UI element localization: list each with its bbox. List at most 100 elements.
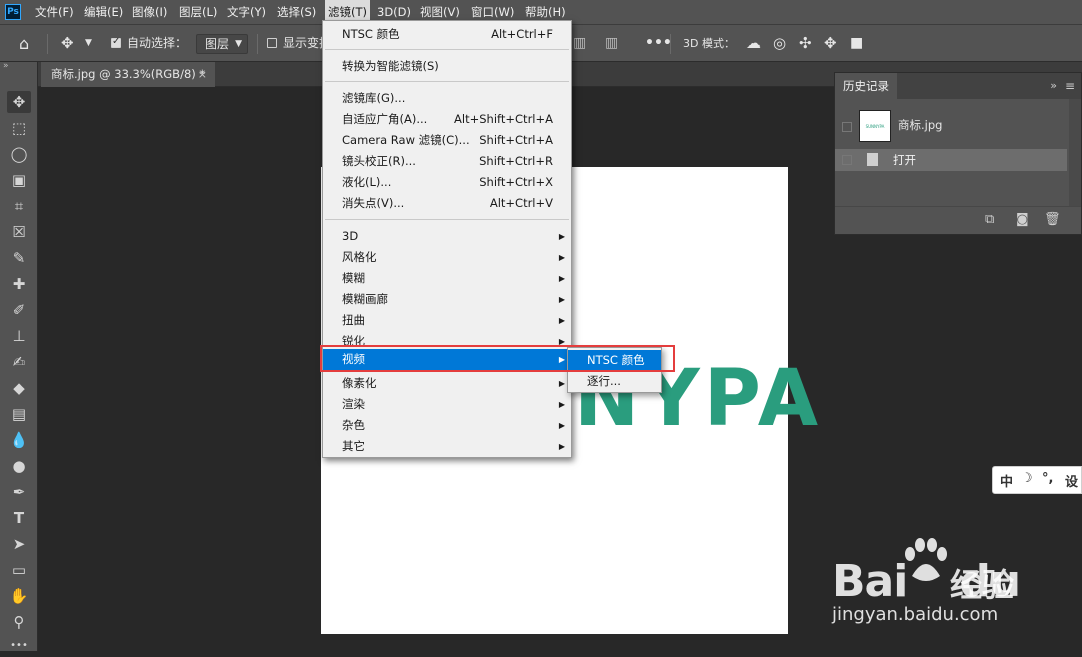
trash-icon[interactable]: 🗑 [1044,212,1061,227]
more-options-icon[interactable]: ••• [645,25,672,62]
pen-tool-icon[interactable]: ✒ [7,481,31,503]
ime-chinese-mode[interactable]: 中 [1000,471,1013,490]
menu-image[interactable]: 图像(I) [132,0,167,24]
menu-item-label: 滤镜库(G)... [342,91,406,105]
eyedropper-tool-icon[interactable]: ✎ [7,247,31,269]
menu-item-noise[interactable]: 杂色 ▶ [323,415,571,436]
menu-layer[interactable]: 图层(L) [179,0,217,24]
show-transform-checkbox[interactable] [267,38,277,48]
auto-select-checkbox[interactable] [111,36,121,48]
menu-item-render[interactable]: 渲染 ▶ [323,394,571,415]
submenu-item-de-interlace[interactable]: 逐行... [568,371,661,392]
photoshop-logo-icon[interactable]: Ps [5,4,21,20]
menu-item-liquify[interactable]: 液化(L)... Shift+Ctrl+X [323,172,571,193]
moon-icon[interactable]: ☽ [1021,471,1033,486]
gradient-tool-icon[interactable]: ▤ [7,403,31,425]
collapse-panel-icon[interactable]: » [1050,73,1057,99]
menu-item-label: 3D [342,229,359,243]
menu-item-pixelate[interactable]: 像素化 ▶ [323,373,571,394]
history-state-label: 打开 [893,153,916,167]
ime-settings[interactable]: 设 [1065,471,1078,490]
menu-item-other[interactable]: 其它 ▶ [323,436,571,457]
history-state-checkbox[interactable] [842,155,852,165]
move-tool-icon[interactable]: ✥ [7,91,31,113]
menu-item-lens-correction[interactable]: 镜头校正(R)... Shift+Ctrl+R [323,151,571,172]
watermark-url: jingyan.baidu.com [832,604,999,625]
menu-item-3d[interactable]: 3D ▶ [323,226,571,247]
blur-tool-icon[interactable]: 💧 [7,429,31,451]
menu-item-label: 杂色 [342,418,365,432]
menu-item-last-filter[interactable]: NTSC 颜色 Alt+Ctrl+F [323,24,571,45]
expand-panel-icon[interactable]: » [3,61,9,71]
crop-tool-icon[interactable]: ⌗ [7,195,31,217]
3d-slide-icon[interactable]: ✥ [824,25,837,62]
menu-item-filter-gallery[interactable]: 滤镜库(G)... [323,88,571,109]
new-document-from-state-icon[interactable]: ⧉ [985,212,994,227]
more-tools-icon[interactable]: ••• [7,635,31,657]
zoom-tool-icon[interactable]: ⚲ [7,611,31,633]
rectangle-tool-icon[interactable]: ▭ [7,559,31,581]
path-selection-tool-icon[interactable]: ➤ [7,533,31,555]
auto-select-label: 自动选择： [127,36,188,50]
ime-punctuation[interactable]: °, [1042,471,1053,486]
watermark-brand-prefix: Bai [832,556,908,607]
menu-item-vanishing-point[interactable]: 消失点(V)... Alt+Ctrl+V [323,193,571,214]
distribute-icon[interactable]: ▥ [605,25,618,62]
history-state-row[interactable]: 打开 [835,149,1067,171]
menu-item-shortcut: Shift+Ctrl+A [479,133,553,147]
menu-item-shortcut: Shift+Ctrl+X [479,175,553,189]
auto-select-target-dropdown[interactable]: 图层 ▼ [196,34,248,54]
scrollbar[interactable] [1069,99,1081,207]
menu-item-blur-gallery[interactable]: 模糊画廊 ▶ [323,289,571,310]
menu-type[interactable]: 文字(Y) [227,0,266,24]
panel-menu-icon[interactable]: ≡ [1065,73,1075,99]
menu-item-shortcut: Alt+Shift+Ctrl+A [454,112,553,126]
hand-tool-icon[interactable]: ✋ [7,585,31,607]
menu-item-distort[interactable]: 扭曲 ▶ [323,310,571,331]
menu-item-label: Camera Raw 滤镜(C)... [342,133,470,147]
frame-tool-icon[interactable]: ☒ [7,221,31,243]
3d-camera-icon[interactable]: ■ [850,25,863,62]
home-icon[interactable]: ⌂ [19,25,29,62]
move-tool-icon[interactable]: ✥ [61,25,74,62]
chevron-down-icon[interactable]: ▼ [85,25,92,62]
clone-stamp-tool-icon[interactable]: ⊥ [7,325,31,347]
document-tab[interactable]: 商标.jpg @ 33.3%(RGB/8) * × [41,62,215,87]
marquee-tool-icon[interactable]: ⬚ [7,117,31,139]
history-panel-tab[interactable]: 历史记录 [835,73,897,99]
menu-item-shortcut: Shift+Ctrl+R [479,154,553,168]
menu-select[interactable]: 选择(S) [277,0,316,24]
3d-roll-icon[interactable]: ◎ [773,25,786,62]
camera-icon[interactable]: ◙ [1016,212,1029,227]
divider [257,34,258,54]
align-icon[interactable]: ▥ [573,25,586,62]
menu-item-camera-raw[interactable]: Camera Raw 滤镜(C)... Shift+Ctrl+A [323,130,571,151]
history-brush-tool-icon[interactable]: ✍ [7,351,31,373]
brush-tool-icon[interactable]: ✐ [7,299,31,321]
menu-item-shortcut: Alt+Ctrl+F [491,27,553,41]
type-tool-icon[interactable]: T [7,507,31,529]
divider [670,34,671,54]
menu-edit[interactable]: 编辑(E) [84,0,123,24]
menu-item-adaptive-wide-angle[interactable]: 自适应广角(A)... Alt+Shift+Ctrl+A [323,109,571,130]
dodge-tool-icon[interactable]: ● [7,455,31,477]
eraser-tool-icon[interactable]: ◆ [7,377,31,399]
tools-panel: » ✥ ⬚ ◯ ▣ ⌗ ☒ ✎ ✚ ✐ ⊥ ✍ ◆ ▤ 💧 ● ✒ T ➤ ▭ … [0,61,38,651]
lasso-tool-icon[interactable]: ◯ [7,143,31,165]
menu-item-convert-smart-filter[interactable]: 转换为智能滤镜(S) [323,56,571,77]
history-panel-footer: ⧉ ◙ 🗑 [835,206,1081,234]
snapshot-thumbnail[interactable]: SUNNYPA [859,110,891,142]
3d-pan-icon[interactable]: ✣ [799,25,812,62]
history-panel: 历史记录 » ≡ SUNNYPA 商标.jpg 打开 ⧉ ◙ 🗑 [834,72,1082,235]
snapshot-source-checkbox[interactable] [842,122,852,132]
menu-item-stylize[interactable]: 风格化 ▶ [323,247,571,268]
menu-file[interactable]: 文件(F) [35,0,74,24]
close-icon[interactable]: × [198,62,207,87]
snapshot-label[interactable]: 商标.jpg [898,117,942,133]
menu-item-blur[interactable]: 模糊 ▶ [323,268,571,289]
3d-orbit-icon[interactable]: ☁ [746,25,761,62]
healing-brush-tool-icon[interactable]: ✚ [7,273,31,295]
object-select-tool-icon[interactable]: ▣ [7,169,31,191]
submenu-arrow-icon: ▶ [558,379,565,388]
history-panel-header: 历史记录 » ≡ [835,73,1081,99]
